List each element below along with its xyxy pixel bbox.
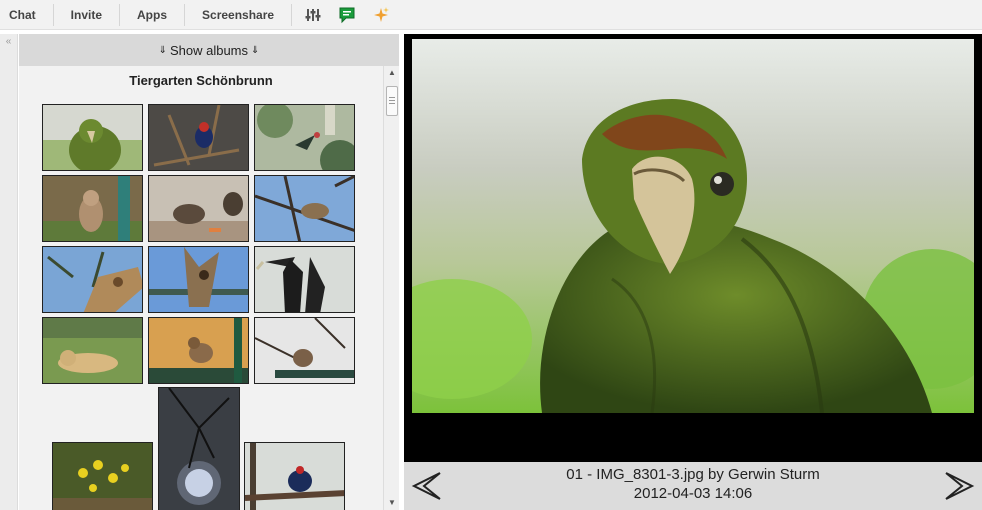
double-chevron-down-icon: ⇓ <box>251 44 260 56</box>
caption-bar: 01 - IMG_8301-3.jpg by Gerwin Sturm 2012… <box>404 462 982 510</box>
album-scrollbar[interactable]: ▲ ▼ <box>383 66 399 510</box>
chat-bubble-icon[interactable] <box>330 4 364 26</box>
thumbnail-blue-bird-branch[interactable] <box>148 104 249 171</box>
invite-tab[interactable]: Invite <box>54 3 121 26</box>
equalizer-icon[interactable] <box>296 4 330 26</box>
scroll-down-arrow-icon[interactable]: ▼ <box>384 496 400 510</box>
album-thumbnails-area: Tiergarten Schönbrunn <box>19 66 383 510</box>
thumbnail-blue-bird-perch[interactable] <box>244 442 345 510</box>
top-toolbar: Chat Invite Apps Screenshare <box>0 0 982 30</box>
thumbnail-hornbill[interactable] <box>254 246 355 313</box>
thumbnail-agoutis[interactable] <box>148 175 249 242</box>
thumbnail-parrot[interactable] <box>42 104 143 171</box>
show-albums-label: Show albums <box>169 42 249 58</box>
thumbnail-giraffe-close[interactable] <box>42 246 143 313</box>
double-chevron-down-icon: ⇓ <box>158 44 167 56</box>
photo-caption-date: 2012-04-03 14:06 <box>633 485 753 502</box>
thumbnail-cheetah[interactable] <box>42 317 143 384</box>
screenshare-tab[interactable]: Screenshare <box>185 3 293 26</box>
thumbnail-lynx[interactable] <box>42 175 143 242</box>
thumbnail-sparrow-fence[interactable] <box>148 317 249 384</box>
thumbnail-sparrow-rail[interactable] <box>254 317 355 384</box>
scroll-up-arrow-icon[interactable]: ▲ <box>384 66 400 80</box>
thumbnail-squirrel-branch[interactable] <box>254 175 355 242</box>
next-photo-arrow-icon[interactable] <box>942 470 976 502</box>
scroll-thumb[interactable] <box>386 86 398 116</box>
main-photo-parrot <box>412 39 974 413</box>
thumbnail-yellow-flowers[interactable] <box>52 442 153 510</box>
album-panel: ⇓ Show albums ⇓ Tiergarten Schönbrunn ▲ … <box>19 34 399 510</box>
photo-viewer: 01 - IMG_8301-3.jpg by Gerwin Sturm 2012… <box>404 34 982 510</box>
apps-tab[interactable]: Apps <box>120 3 186 26</box>
show-albums-toggle[interactable]: ⇓ Show albums ⇓ <box>19 34 399 66</box>
album-title: Tiergarten Schönbrunn <box>129 73 273 88</box>
photo-caption-title: 01 - IMG_8301-3.jpg by Gerwin Sturm <box>566 466 820 483</box>
chat-tab[interactable]: Chat <box>0 3 54 26</box>
thumbnail-hummingbird-feeder[interactable] <box>254 104 355 171</box>
thumbnail-moon-branches[interactable] <box>158 387 240 510</box>
thumbnail-giraffe-fence[interactable] <box>148 246 249 313</box>
sparkle-icon[interactable] <box>364 4 398 26</box>
sidebar-collapse-handle[interactable]: « <box>0 34 18 510</box>
double-chevron-left-icon: « <box>5 36 12 47</box>
